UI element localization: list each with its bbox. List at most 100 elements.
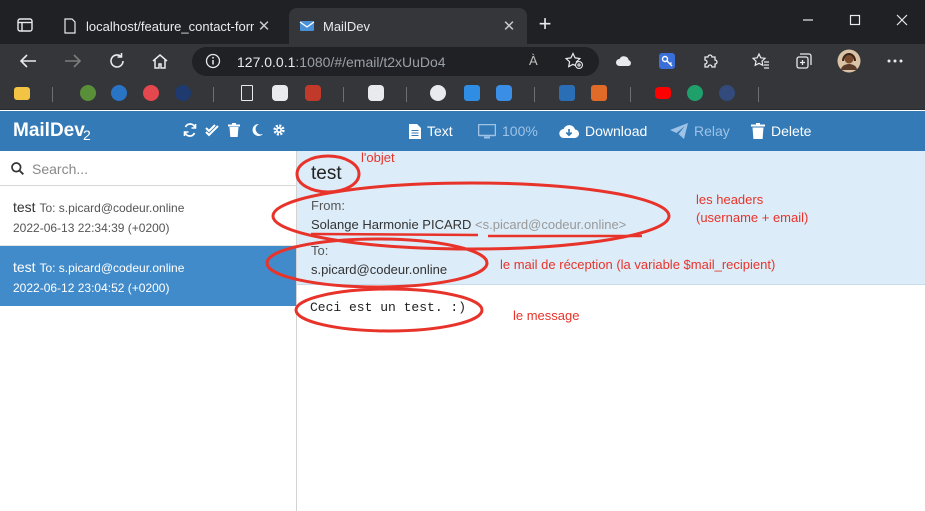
relay-label: Relay	[694, 123, 730, 139]
annotation-headers-detail: (username + email)	[696, 210, 809, 225]
back-button[interactable]	[16, 49, 40, 73]
maximize-icon	[849, 14, 861, 26]
refresh-icon	[110, 53, 124, 68]
mark-all-read-icon[interactable]	[205, 123, 219, 137]
bookmark-separator	[406, 87, 407, 102]
app-header: MailDev 2	[0, 111, 297, 151]
bookmark-separator	[343, 87, 344, 102]
document-icon	[409, 123, 421, 139]
email-body: Ceci est un test. :)	[310, 300, 467, 315]
refresh-icon[interactable]	[183, 123, 197, 137]
moon-icon[interactable]	[250, 123, 264, 137]
tab-title: localhost/feature_contact-form/f	[86, 18, 254, 34]
extensions-button[interactable]	[699, 49, 723, 73]
annotation-message: le message	[513, 308, 580, 323]
cloud-icon	[616, 56, 631, 66]
annotation-recipient: le mail de réception (la variable $mail_…	[500, 257, 776, 272]
search-icon	[11, 162, 24, 175]
collections-button[interactable]	[792, 49, 816, 73]
page-icon[interactable]	[241, 85, 253, 101]
to-label: To:	[311, 243, 329, 258]
search-input[interactable]	[30, 158, 280, 180]
email-subject-heading: test	[311, 163, 342, 184]
close-tab-button[interactable]: ✕	[254, 16, 274, 36]
folder-icon[interactable]	[14, 87, 30, 100]
download-label: Download	[585, 123, 648, 139]
bookmark-separator	[758, 87, 759, 102]
arrow-left-icon	[19, 54, 36, 68]
bookmark-icon[interactable]	[305, 85, 321, 101]
bookmark-icon[interactable]	[496, 85, 512, 101]
from-value: Solange Harmonie PICARD <s.picard@codeur…	[311, 217, 626, 232]
zoom-button[interactable]: 100%	[478, 111, 538, 151]
bookmark-icon[interactable]	[687, 85, 703, 101]
extension-cloud-button[interactable]	[612, 49, 636, 73]
bookmark-icon[interactable]	[175, 85, 191, 101]
browser-tab[interactable]: localhost/feature_contact-form/f ✕	[52, 8, 282, 44]
bookmark-icon[interactable]	[719, 85, 735, 101]
read-aloud-icon[interactable]: À	[529, 53, 538, 68]
home-button[interactable]	[148, 49, 172, 73]
cloud-download-icon	[559, 124, 579, 138]
email-subject: test	[13, 199, 36, 215]
add-favorite-icon[interactable]	[564, 52, 584, 70]
minimize-button[interactable]	[798, 10, 818, 30]
email-list-item[interactable]: test To: s.picard@codeur.online 2022-06-…	[0, 186, 296, 246]
bookmark-icon[interactable]	[368, 85, 384, 101]
bookmark-icon[interactable]	[272, 85, 288, 101]
bookmarks-bar	[0, 78, 925, 110]
browser-tab-active[interactable]: MailDev ✕	[289, 8, 527, 44]
tab-actions-button[interactable]	[8, 12, 42, 38]
tab-actions-icon	[17, 18, 33, 32]
favorites-icon	[752, 52, 769, 69]
github-icon[interactable]	[430, 85, 446, 101]
gear-icon[interactable]	[272, 123, 286, 137]
text-view-label: Text	[427, 123, 453, 139]
youtube-icon[interactable]	[655, 87, 671, 99]
text-view-button[interactable]: Text	[409, 111, 453, 151]
delete-button[interactable]: Delete	[751, 111, 811, 151]
annotation-subject: l'objet	[361, 150, 395, 165]
tab-title: MailDev	[323, 18, 370, 34]
email-count-badge: 2	[83, 127, 91, 143]
forward-button[interactable]	[61, 49, 85, 73]
email-sidebar: MailDev 2 test To: s.picard@codeur.onlin…	[0, 111, 297, 511]
trash-icon	[751, 123, 765, 139]
bookmark-icon[interactable]	[143, 85, 159, 101]
email-recipient: To: s.picard@codeur.online	[39, 201, 185, 215]
maximize-button[interactable]	[845, 10, 865, 30]
bookmark-separator	[534, 87, 535, 102]
bookmark-icon[interactable]	[80, 85, 96, 101]
vscode-icon[interactable]	[464, 85, 480, 101]
address-bar[interactable]: 127.0.0.1:1080/#/email/t2xUuDo4 À	[192, 47, 599, 76]
html5-icon[interactable]	[591, 85, 607, 101]
favorites-button[interactable]	[749, 49, 773, 73]
close-tab-button[interactable]: ✕	[499, 16, 519, 36]
paper-plane-icon	[670, 123, 688, 139]
settings-menu-button[interactable]	[883, 49, 907, 73]
download-button[interactable]: Download	[559, 111, 647, 151]
close-window-button[interactable]	[892, 10, 912, 30]
url-text: 127.0.0.1:1080/#/email/t2xUuDo4	[237, 54, 446, 70]
trash-icon[interactable]	[228, 123, 240, 137]
home-icon	[152, 54, 168, 69]
bookmark-separator	[52, 87, 53, 102]
bookmark-icon[interactable]	[559, 85, 575, 101]
mail-icon	[299, 21, 315, 31]
relay-button[interactable]: Relay	[670, 111, 730, 151]
email-date: 2022-06-12 23:04:52 (+0200)	[13, 281, 170, 295]
email-toolbar: Text 100% Download Relay Delete	[297, 111, 925, 151]
profile-button[interactable]	[837, 49, 861, 73]
page-icon	[64, 18, 76, 34]
monitor-icon	[478, 123, 496, 138]
to-value: s.picard@codeur.online	[311, 262, 448, 277]
from-label: From:	[311, 198, 345, 213]
sender-name: Solange Harmonie PICARD	[311, 217, 472, 232]
arrow-right-icon	[65, 54, 82, 68]
extension-key-button[interactable]	[655, 49, 679, 73]
email-list-item-selected[interactable]: test To: s.picard@codeur.online 2022-06-…	[0, 246, 296, 306]
delete-label: Delete	[771, 123, 812, 139]
bookmark-icon[interactable]	[111, 85, 127, 101]
new-tab-button[interactable]: +	[534, 13, 556, 36]
refresh-button[interactable]	[105, 49, 129, 73]
